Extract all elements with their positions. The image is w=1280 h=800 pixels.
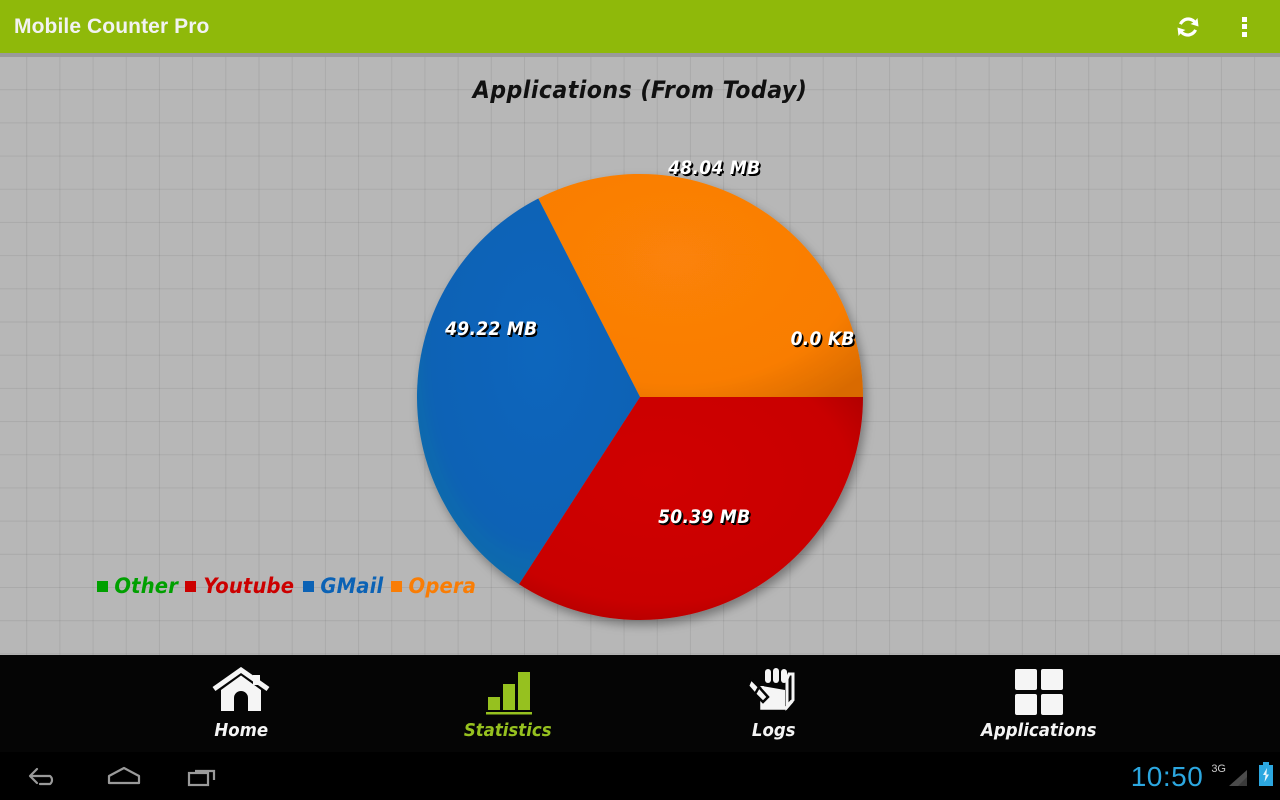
- slice-label-youtube: 50.39 MB: [658, 506, 751, 528]
- refresh-button[interactable]: [1160, 0, 1216, 53]
- home-button[interactable]: [84, 752, 164, 800]
- legend-label-youtube: Youtube: [203, 574, 295, 598]
- tab-applications[interactable]: Applications: [949, 655, 1129, 752]
- pie-chart-svg: [416, 173, 863, 620]
- pie-chart[interactable]: 48.04 MB 0.0 KB 49.22 MB 50.39 MB: [0, 57, 1280, 655]
- tab-label-applications: Applications: [981, 720, 1097, 741]
- legend-label-gmail: GMail: [320, 574, 384, 598]
- legend-item-other[interactable]: Other: [97, 574, 180, 598]
- slice-label-other: 0.0 KB: [790, 328, 855, 350]
- slice-label-gmail: 49.22 MB: [445, 318, 538, 340]
- slice-label-opera: 48.04 MB: [668, 157, 761, 179]
- app-screen: Mobile Counter Pro Applications (From To…: [0, 0, 1280, 800]
- back-icon: [28, 767, 54, 786]
- signal-bars-icon: [1227, 768, 1249, 793]
- legend-swatch-other: [97, 580, 108, 592]
- tab-label-logs: Logs: [752, 720, 796, 741]
- legend-item-gmail[interactable]: GMail: [298, 574, 386, 598]
- legend-label-other: Other: [114, 574, 179, 598]
- overflow-menu-button[interactable]: [1216, 0, 1272, 53]
- tab-label-statistics: Statistics: [464, 720, 552, 741]
- grid-apps-icon: [1012, 667, 1066, 717]
- house-icon: [210, 667, 272, 717]
- status-clock: 10:50: [1130, 761, 1204, 792]
- action-bar: Mobile Counter Pro: [0, 0, 1280, 53]
- hand-write-icon: [746, 667, 802, 717]
- network-type-label: 3G: [1211, 763, 1226, 775]
- battery-charging-icon: [1258, 761, 1274, 791]
- legend-label-opera: Opera: [408, 574, 476, 598]
- tab-label-home: Home: [214, 720, 268, 741]
- bottom-tab-bar: Home Statistics Logs Applications: [0, 655, 1280, 752]
- refresh-icon: [1177, 16, 1199, 37]
- recents-icon: [187, 769, 216, 787]
- bar-chart-icon: [480, 667, 536, 717]
- chart-content-area: Applications (From Today) 48.04 MB 0.0 K…: [0, 57, 1280, 655]
- legend-item-youtube[interactable]: Youtube: [180, 574, 298, 598]
- recents-button[interactable]: [164, 752, 244, 800]
- tab-logs[interactable]: Logs: [684, 655, 864, 752]
- pie-slices: [416, 173, 863, 620]
- legend-item-opera[interactable]: Opera: [386, 574, 479, 598]
- status-cluster[interactable]: 10:50 3G: [1131, 752, 1274, 800]
- legend-swatch-gmail: [303, 580, 314, 592]
- back-button[interactable]: [4, 752, 84, 800]
- legend-swatch-youtube: [185, 580, 197, 592]
- page-title: Mobile Counter Pro: [14, 15, 210, 38]
- tab-statistics[interactable]: Statistics: [418, 655, 598, 752]
- chart-legend: Other Youtube GMail Opera: [97, 574, 478, 598]
- legend-swatch-opera: [390, 580, 402, 592]
- overflow-menu-icon: [1241, 14, 1247, 39]
- home-icon: [107, 766, 141, 785]
- tab-home[interactable]: Home: [151, 655, 331, 752]
- android-system-bar: 10:50 3G: [0, 752, 1280, 800]
